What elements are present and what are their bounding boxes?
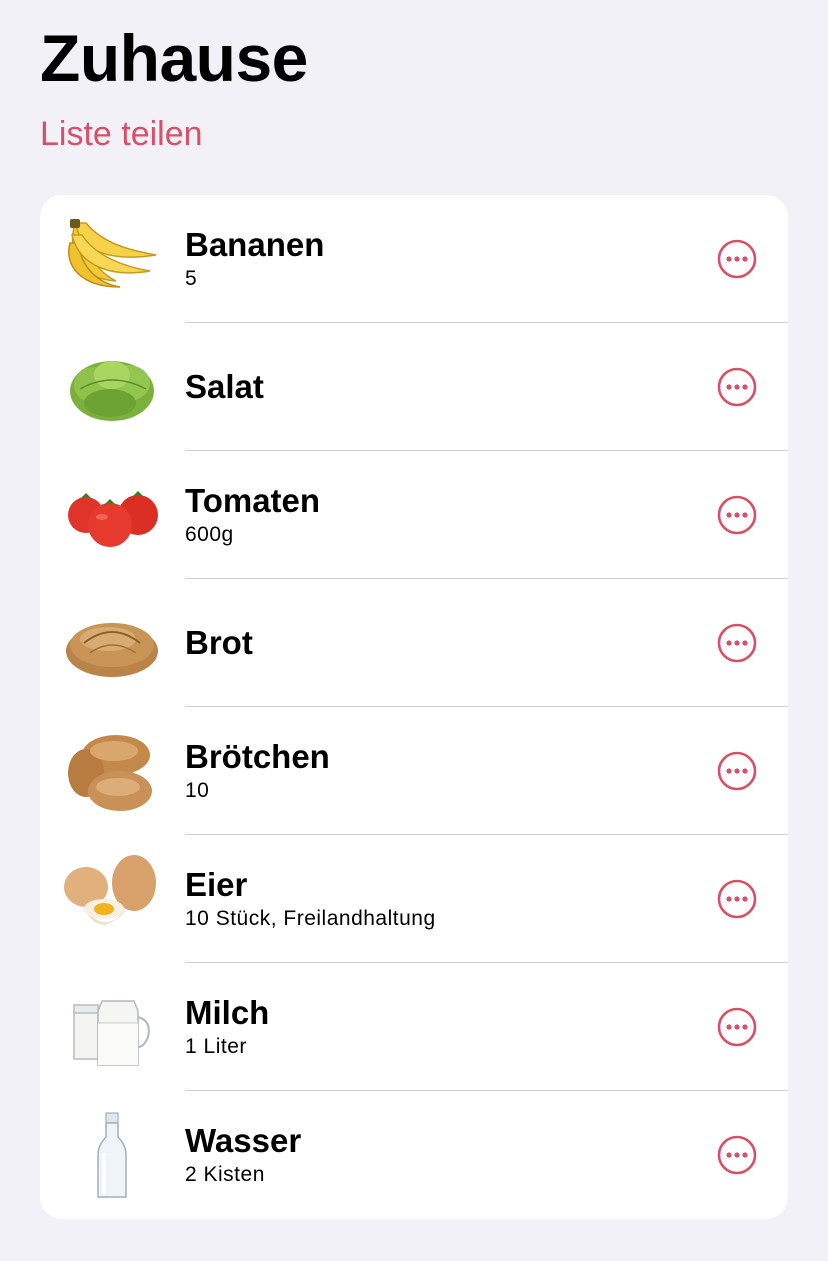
list-item[interactable]: Milch 1 Liter xyxy=(40,963,788,1091)
bread-image xyxy=(60,597,164,689)
bread-rolls-image xyxy=(60,725,164,817)
page-title: Zuhause xyxy=(40,21,308,95)
item-detail: 10 xyxy=(185,779,210,802)
shopping-list: Bananen 5 Salat Tomaten 600g Brot Brötch… xyxy=(40,195,788,1219)
tomato-image xyxy=(60,469,164,561)
milk-image xyxy=(60,981,164,1073)
item-detail: 10 Stück, Freilandhaltung xyxy=(185,907,436,930)
ellipsis-circle-icon[interactable] xyxy=(717,879,757,919)
list-item[interactable]: Brötchen 10 xyxy=(40,707,788,835)
item-detail: 5 xyxy=(185,267,198,290)
eggs-image xyxy=(60,853,164,945)
list-item[interactable]: Wasser 2 Kisten xyxy=(40,1091,788,1219)
item-name: Milch xyxy=(185,994,270,1031)
share-list-button[interactable]: Liste teilen xyxy=(40,112,203,156)
ellipsis-circle-icon[interactable] xyxy=(717,623,757,663)
lettuce-image xyxy=(60,341,164,433)
item-name: Wasser xyxy=(185,1122,302,1159)
item-name: Brötchen xyxy=(185,738,330,775)
list-item[interactable]: Brot xyxy=(40,579,788,707)
item-detail: 1 Liter xyxy=(185,1035,247,1058)
item-detail: 600g xyxy=(185,523,234,546)
ellipsis-circle-icon[interactable] xyxy=(717,239,757,279)
list-item[interactable]: Tomaten 600g xyxy=(40,451,788,579)
ellipsis-circle-icon[interactable] xyxy=(717,367,757,407)
item-name: Bananen xyxy=(185,226,325,263)
ellipsis-circle-icon[interactable] xyxy=(717,495,757,535)
ellipsis-circle-icon[interactable] xyxy=(717,1007,757,1047)
item-name: Eier xyxy=(185,866,248,903)
banana-image xyxy=(60,213,164,305)
list-item[interactable]: Bananen 5 xyxy=(40,195,788,323)
ellipsis-circle-icon[interactable] xyxy=(717,1135,757,1175)
list-item[interactable]: Eier 10 Stück, Freilandhaltung xyxy=(40,835,788,963)
item-name: Brot xyxy=(185,624,253,661)
water-bottle-image xyxy=(60,1109,164,1201)
ellipsis-circle-icon[interactable] xyxy=(717,751,757,791)
item-name: Salat xyxy=(185,368,264,405)
item-detail: 2 Kisten xyxy=(185,1163,265,1186)
list-item[interactable]: Salat xyxy=(40,323,788,451)
item-name: Tomaten xyxy=(185,482,321,519)
